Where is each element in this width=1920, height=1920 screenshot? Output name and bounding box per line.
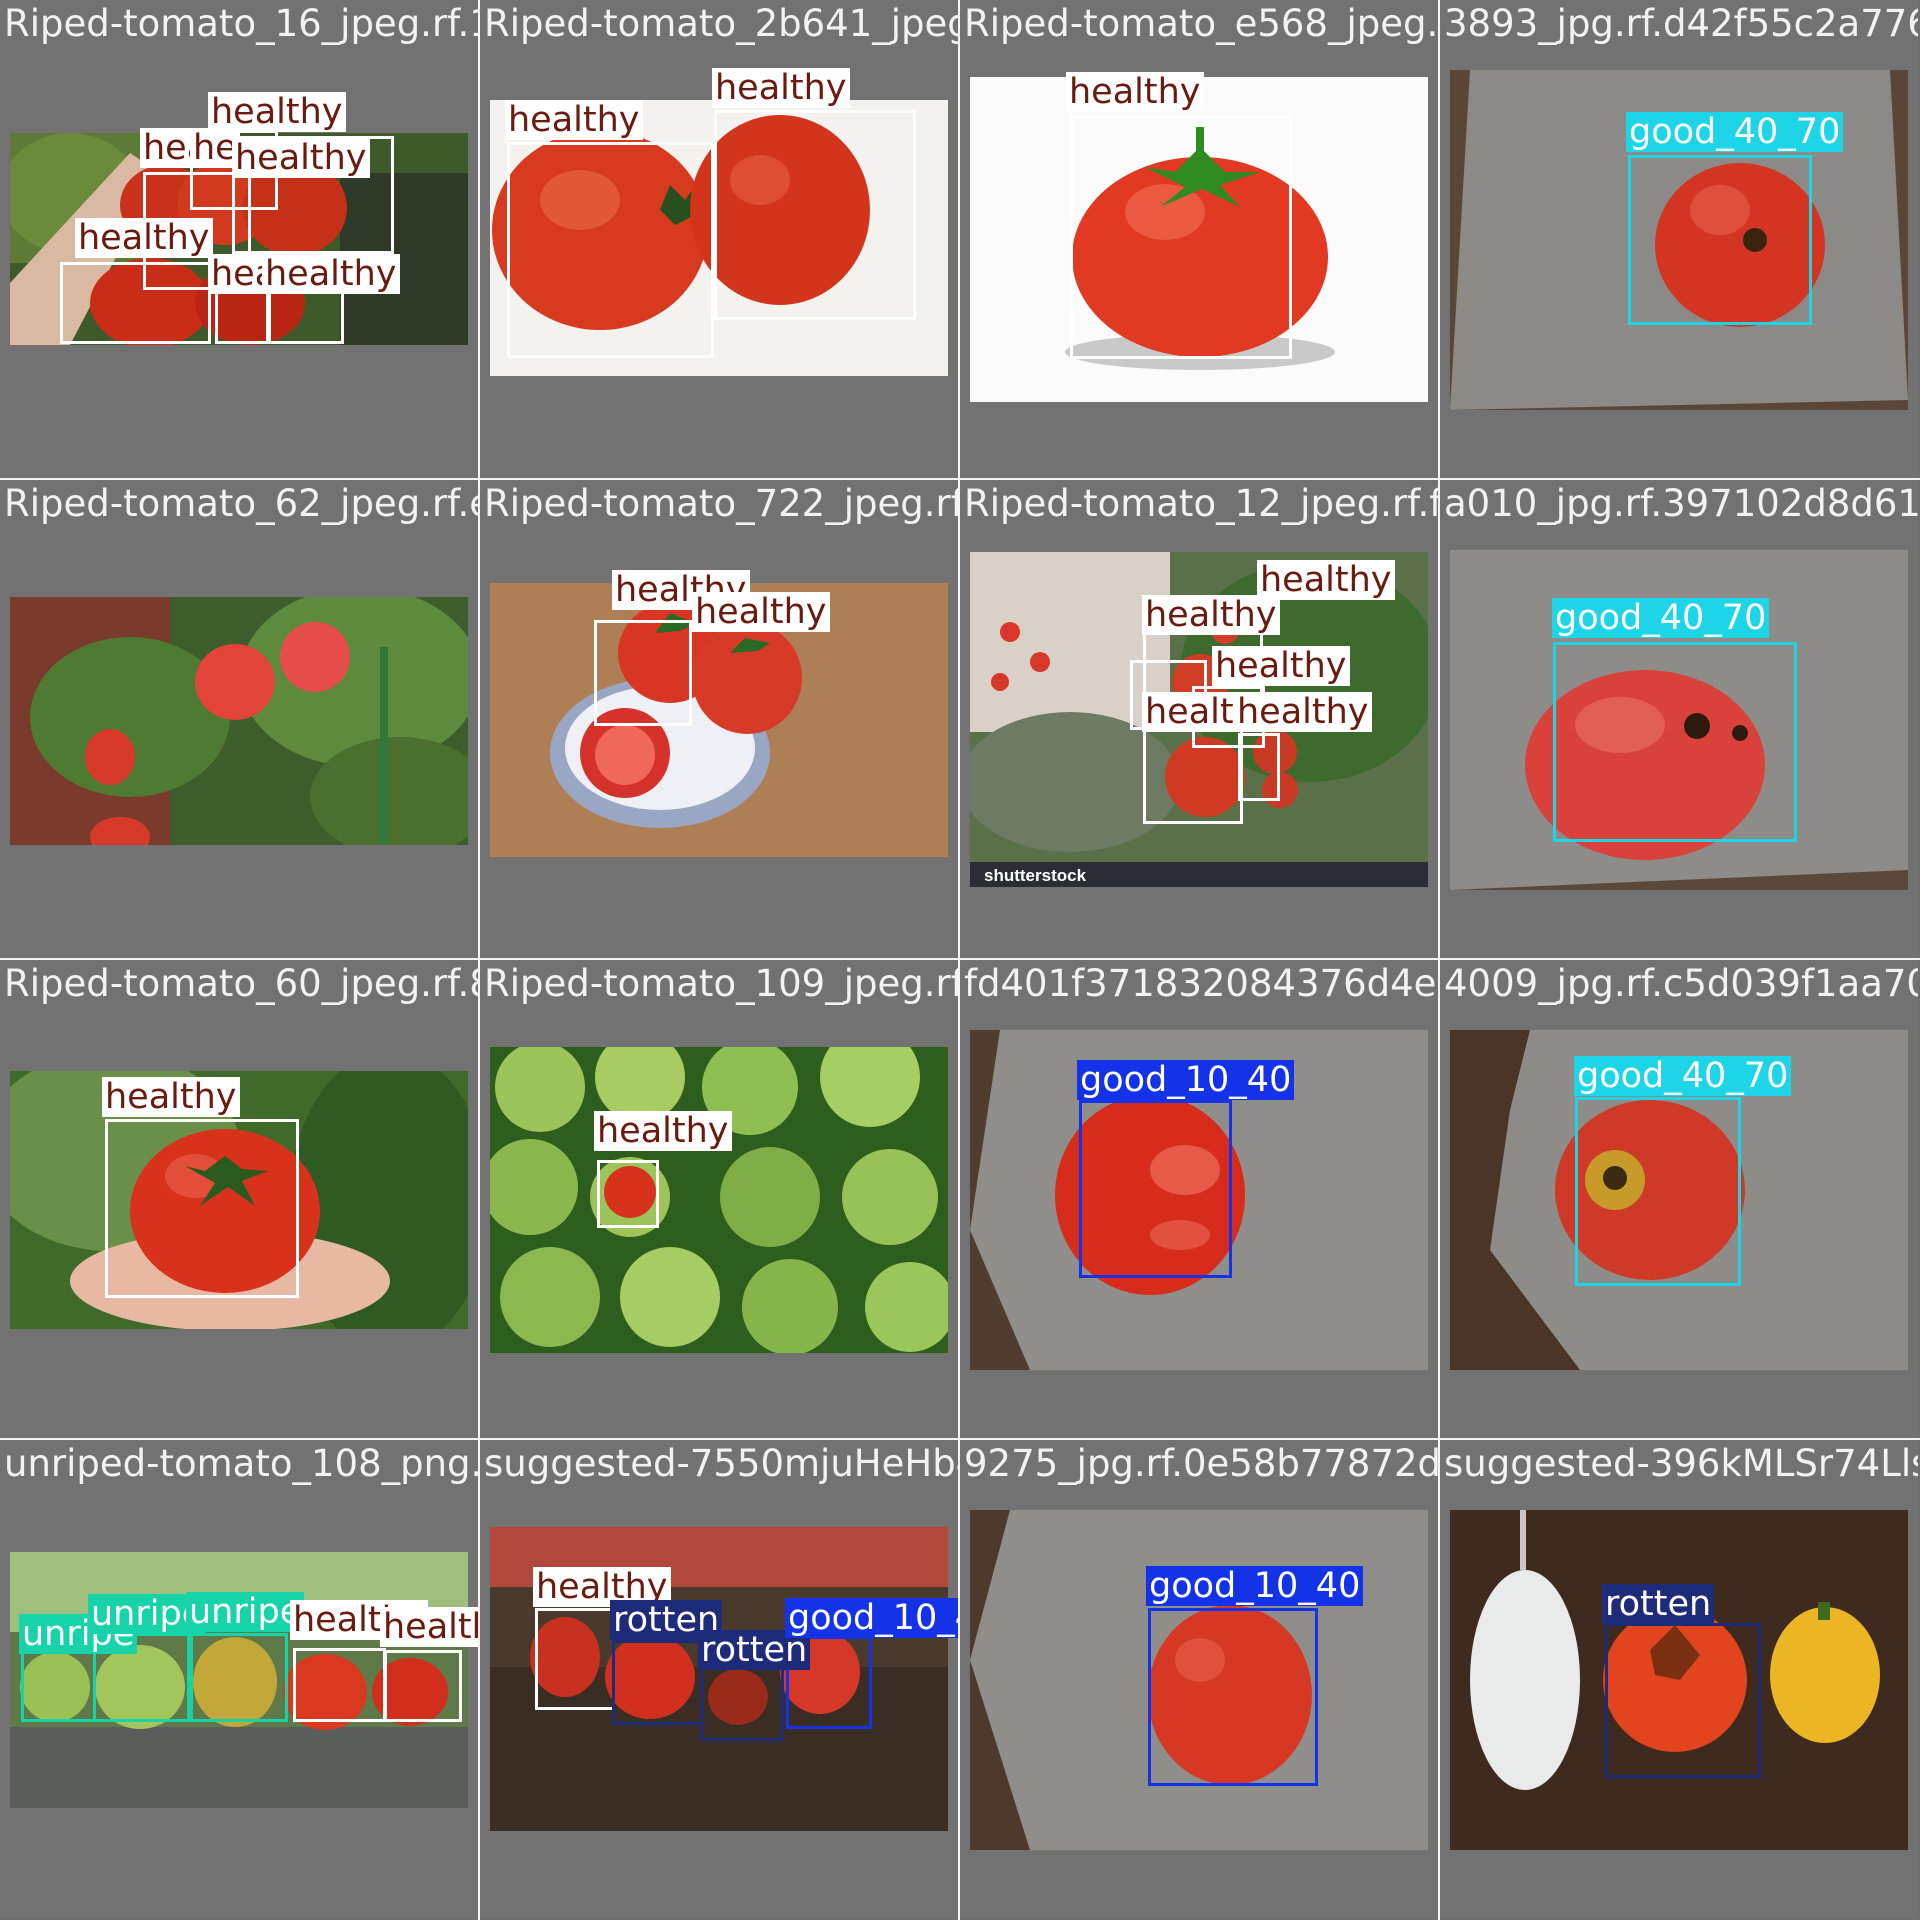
bbox-healthy — [293, 1648, 386, 1722]
tile-5: unripe healthy healthy healthy healthy R… — [0, 480, 478, 958]
tile-8-filename: a010_jpg.rf.397102d8d61812 — [1444, 482, 1918, 525]
bbox-rotten — [700, 1666, 784, 1741]
tile-4: good_40_70 3893_jpg.rf.d42f55c2a77669 — [1440, 0, 1918, 478]
bbox-healthy — [507, 142, 714, 358]
tile-9-filename: Riped-tomato_60_jpeg.rf.87Riped-tomato_1… — [4, 962, 478, 1005]
grid-divider-h3 — [0, 1438, 1920, 1440]
label-good-40-70: good_40_70 — [1574, 1056, 1792, 1096]
tile-5-filename: Riped-tomato_62_jpeg.rf.eedRiped-tomato_… — [4, 482, 478, 525]
label-healthy: healthy — [505, 100, 643, 140]
label-good-10-40: good_10_40 — [1077, 1060, 1295, 1100]
tile-2: healthy healthy Riped-tomato_2b641_jpeg.… — [480, 0, 958, 478]
label-unripe: unripe — [186, 1592, 305, 1632]
label-good-40-70: good_40_70 — [1626, 112, 1844, 152]
tile-9: healthy Riped-tomato_60_jpeg.rf.87Riped-… — [0, 960, 478, 1438]
grid-divider-h1 — [0, 478, 1920, 480]
label-good-10-40: good_10_40 — [1146, 1566, 1364, 1606]
tile-10: healthy Riped-tomato_109_jpeg.rf.3fd401f… — [480, 960, 958, 1438]
bbox-healthy — [105, 1119, 299, 1298]
grid-divider-v3 — [1438, 0, 1440, 1920]
label-healthy: healthy — [1212, 646, 1350, 686]
label-healthy: healthy — [1257, 560, 1395, 600]
grid-divider-v1 — [478, 0, 480, 1920]
tile-13-filename: unriped-tomato_108_png.rf.2bb7847e4cd755… — [4, 1442, 478, 1485]
label-healthy: healthy — [75, 218, 213, 258]
tile-10-photo — [490, 1047, 948, 1353]
label-healthy: healthy — [1142, 595, 1280, 635]
tile-3-filename: Riped-tomato_e568_jpeg.rf.e3893_jpg.rf.d… — [964, 2, 1438, 45]
bbox-healthy — [597, 1160, 659, 1228]
bbox-healthy — [1143, 728, 1243, 824]
tile-4-filename: 3893_jpg.rf.d42f55c2a77669 — [1444, 2, 1918, 45]
tile-5-photo — [10, 597, 468, 845]
tile-3: healthy Riped-tomato_e568_jpeg.rf.e3893_… — [960, 0, 1438, 478]
bbox-healthy — [714, 110, 916, 320]
tile-16: rotten suggested-396kMLSr74Lls4 — [1440, 1440, 1918, 1918]
label-healthy: healthy — [594, 1111, 732, 1151]
tile-13: unripe unripe unripe healthy healthy unr… — [0, 1440, 478, 1918]
tile-10-filename: Riped-tomato_109_jpeg.rf.3fd401f37183208… — [484, 962, 958, 1005]
label-healthy: healthy — [262, 254, 400, 294]
bbox-good-40-70 — [1575, 1097, 1741, 1286]
bbox-good-10-40 — [1148, 1608, 1318, 1786]
label-good-40-70: good_40_70 — [1552, 598, 1770, 638]
label-healthy: healthy — [208, 92, 346, 132]
tile-14-filename: suggested-7550mjuHeHb4aF9275_jpg.rf.0e58… — [484, 1442, 958, 1485]
label-rotten: rotten — [1602, 1584, 1715, 1624]
tile-6-filename: Riped-tomato_722_jpeg.rf.2dRiped-tomato_… — [484, 482, 958, 525]
shutterstock-watermark: shutterstock — [984, 866, 1087, 885]
tile-14: healthy rotten rotten good_10_40 suggest… — [480, 1440, 958, 1918]
bbox-healthy — [594, 620, 692, 726]
tile-7: healthy healthy healthy healthy healthy … — [960, 480, 1438, 958]
bbox-unripe — [190, 1633, 288, 1722]
tile-15-filename: 9275_jpg.rf.0e58b77872d4a8b213f5de396kML… — [964, 1442, 1438, 1485]
label-healthy: healthy — [232, 138, 370, 178]
tile-1-filename: Riped-tomato_16_jpeg.rf.1efe8f69-da1aa2b… — [4, 2, 478, 45]
tile-7-filename: Riped-tomato_12_jpeg.rf.f23a010_jpg.rf.3… — [964, 482, 1438, 525]
tile-11: good_10_40 fd401f371832084376d4ecab4009_… — [960, 960, 1438, 1438]
grid-divider-h2 — [0, 958, 1920, 960]
tile-11-filename: fd401f371832084376d4ecab4009_jpg.rf.c5d0… — [964, 962, 1438, 1005]
tile-12-filename: 4009_jpg.rf.c5d039f1aa70118 — [1444, 962, 1918, 1005]
label-healthy: healthy — [1066, 72, 1204, 112]
bbox-rotten — [612, 1640, 703, 1725]
tile-16-filename: suggested-396kMLSr74Lls4 — [1444, 1442, 1918, 1485]
label-healthy: healthy — [692, 592, 830, 632]
tile-12: good_40_70 4009_jpg.rf.c5d039f1aa70118 — [1440, 960, 1918, 1438]
tile-1: healthy hea he healthy healthy hea healt… — [0, 0, 478, 478]
bbox-rotten — [1605, 1623, 1761, 1778]
bbox-healthy — [535, 1608, 615, 1710]
grid-divider-v2 — [958, 0, 960, 1920]
label-healthy: healthy — [1234, 692, 1372, 732]
tile-15: good_10_40 9275_jpg.rf.0e58b77872d4a8b21… — [960, 1440, 1438, 1918]
bbox-good-40-70 — [1553, 642, 1797, 842]
label-healthy: healthy — [712, 68, 850, 108]
bbox-healthy — [266, 290, 344, 344]
bbox-good-10-40 — [1079, 1100, 1232, 1278]
bbox-good-40-70 — [1628, 155, 1812, 325]
tile-2-filename: Riped-tomato_2b641_jpeg.rf.bRiped-tomato… — [484, 2, 958, 45]
bbox-healthy — [1070, 115, 1292, 359]
bbox-unripe — [21, 1647, 96, 1722]
bbox-healthy — [1238, 733, 1280, 801]
detection-grid: healthy hea he healthy healthy hea healt… — [0, 0, 1920, 1920]
tile-8: good_40_70 a010_jpg.rf.397102d8d61812 — [1440, 480, 1918, 958]
label-healthy: healthy — [102, 1077, 240, 1117]
bbox-healthy — [384, 1650, 462, 1722]
label-healthy: healthy — [380, 1607, 478, 1647]
bbox-healthy — [215, 290, 271, 344]
label-good-10-40: good_10_40 — [785, 1598, 958, 1638]
tile-6: healthy healthy Riped-tomato_722_jpeg.rf… — [480, 480, 958, 958]
